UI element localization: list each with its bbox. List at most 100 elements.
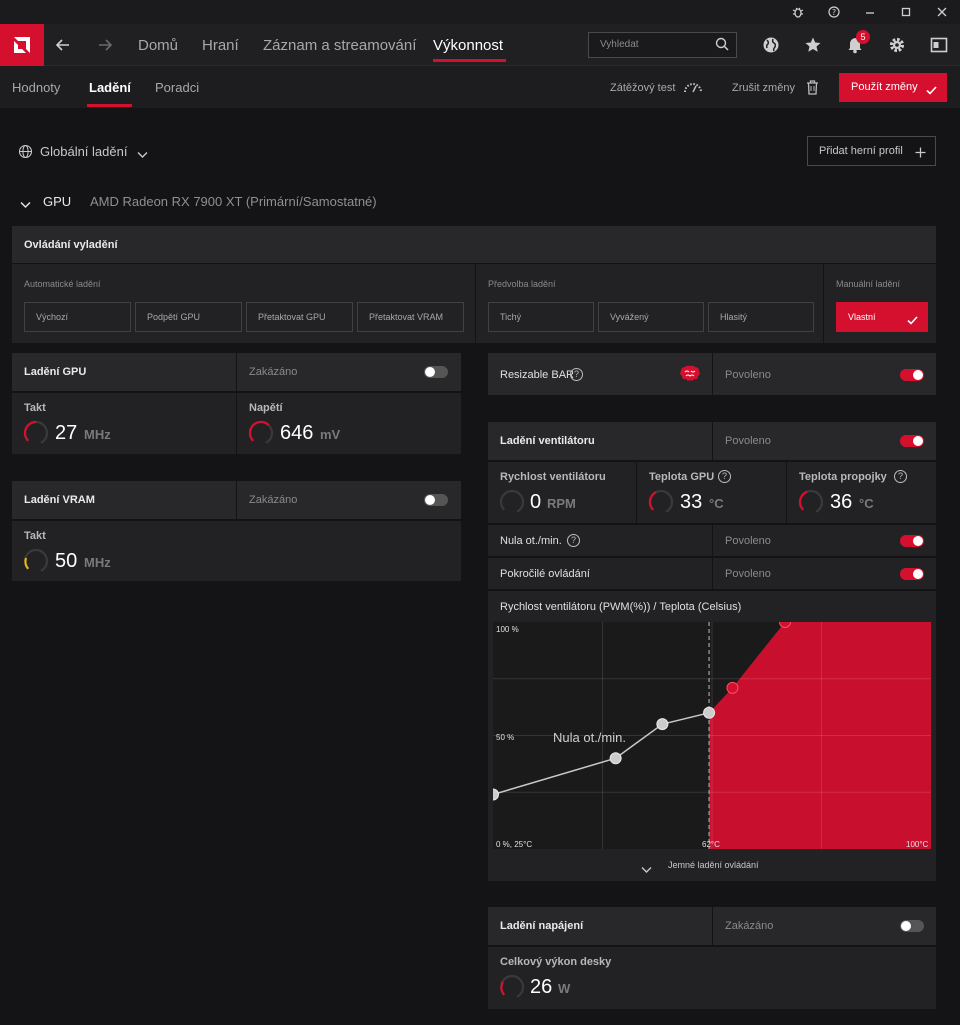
undo-changes-button[interactable]: Zrušit změny — [732, 66, 795, 108]
gpu-voltage-value: 646 — [280, 422, 314, 444]
stress-gauge-icon[interactable] — [683, 80, 703, 99]
zero-rpm-zone-label: Nula ot./min. — [553, 730, 626, 745]
preset-tuning-label: Předvolba ladění — [488, 279, 556, 289]
subtab-metrics[interactable]: Hodnoty — [12, 66, 60, 108]
board-power-gauge — [499, 974, 525, 1000]
tab-gaming[interactable]: Hraní — [202, 24, 239, 66]
fan-curve-point[interactable] — [656, 718, 669, 731]
stress-test-button[interactable]: Zátěžový test — [610, 66, 675, 108]
gpu-tuning-toggle[interactable] — [424, 366, 448, 378]
sidebar-panel-icon[interactable] — [924, 30, 954, 60]
gpu-temp-unit: °C — [709, 496, 724, 511]
zero-rpm-state: Povoleno — [725, 535, 771, 547]
gpu-voltage-label: Napětí — [249, 402, 283, 414]
subtab-tuning[interactable]: Ladění — [89, 66, 131, 108]
fan-tuning-toggle[interactable] — [900, 435, 924, 447]
chevron-down-icon[interactable] — [641, 861, 652, 879]
amd-logo[interactable] — [0, 24, 44, 66]
auto-tuning-label: Automatické ladění — [24, 279, 101, 289]
y-tick-label: 100 % — [496, 625, 519, 634]
balanced-preset-button[interactable]: Vyvážený — [598, 302, 704, 332]
divider — [488, 460, 936, 462]
fan-speed-gauge — [499, 489, 525, 515]
add-game-profile-label: Přidat herní profil — [819, 145, 903, 157]
chevron-down-icon[interactable] — [137, 146, 148, 164]
search-icon[interactable] — [715, 37, 731, 53]
forward-arrow-icon[interactable] — [87, 24, 123, 66]
plus-icon — [915, 145, 926, 163]
board-power-label: Celkový výkon desky — [500, 956, 612, 968]
divider — [488, 945, 936, 947]
fine-tuning-toggle[interactable]: Jemné ladění ovládání — [668, 860, 759, 870]
power-tuning-toggle[interactable] — [900, 920, 924, 932]
fan-speed-value: 0 — [530, 491, 542, 513]
vram-clock-gauge — [23, 548, 49, 574]
globe-icon[interactable] — [756, 30, 786, 60]
active-tab-indicator — [433, 59, 506, 62]
tab-record-stream[interactable]: Záznam a streamování — [263, 24, 416, 66]
gpu-temp-gauge — [648, 489, 674, 515]
divider — [236, 353, 237, 454]
back-arrow-icon[interactable] — [45, 24, 81, 66]
advanced-control-state: Povoleno — [725, 568, 771, 580]
maximize-icon[interactable] — [888, 0, 924, 24]
gpu-name: AMD Radeon RX 7900 XT (Primární/Samostat… — [90, 194, 377, 209]
x-tick-label: 100°C — [906, 840, 929, 849]
fan-curve-point[interactable] — [609, 752, 622, 765]
rage-preset-button[interactable]: Hlasitý — [708, 302, 814, 332]
apply-changes-label: Použít změny — [851, 81, 918, 93]
settings-gear-icon[interactable] — [882, 30, 912, 60]
trash-icon[interactable] — [806, 80, 819, 100]
advanced-control-toggle[interactable] — [900, 568, 924, 580]
vram-tuning-toggle[interactable] — [424, 494, 448, 506]
help-icon[interactable]: ? — [567, 534, 580, 547]
fan-curve-point[interactable] — [487, 788, 499, 801]
quiet-preset-button[interactable]: Tichý — [488, 302, 594, 332]
vram-clock-label: Takt — [24, 530, 46, 542]
overclock-vram-button[interactable]: Přetaktovat VRAM — [357, 302, 464, 332]
divider — [712, 422, 713, 460]
fan-curve-point[interactable] — [703, 706, 716, 719]
divider — [786, 462, 787, 524]
notification-badge: 5 — [856, 30, 870, 44]
checkmark-icon — [926, 82, 937, 100]
fan-speed-label: Rychlost ventilátoru — [500, 471, 606, 483]
divider — [12, 391, 461, 393]
star-icon[interactable] — [798, 30, 828, 60]
help-icon[interactable]: ? — [816, 0, 852, 24]
fan-curve-point[interactable] — [726, 681, 739, 694]
gpu-tuning-title: Ladění GPU — [24, 366, 87, 378]
fan-curve-title: Rychlost ventilátoru (PWM(%)) / Teplota … — [500, 601, 742, 613]
close-icon[interactable] — [924, 0, 960, 24]
overclock-gpu-button[interactable]: Přetaktovat GPU — [246, 302, 353, 332]
zero-rpm-label: Nula ot./min. — [500, 535, 562, 547]
gpu-clock-gauge — [23, 420, 49, 446]
gpu-temp-label: Teplota GPU — [649, 471, 715, 483]
bug-icon[interactable] — [780, 0, 816, 24]
minimize-icon[interactable] — [852, 0, 888, 24]
help-icon[interactable]: ? — [570, 368, 583, 381]
divider — [475, 264, 476, 343]
subtab-advisors[interactable]: Poradci — [155, 66, 199, 108]
gpu-clock-value: 27 — [55, 422, 78, 444]
fan-speed-unit: RPM — [547, 496, 576, 511]
vram-tuning-title: Ladění VRAM — [24, 494, 95, 506]
gpu-clock-unit: MHz — [84, 427, 111, 442]
divider — [12, 263, 936, 264]
divider — [236, 481, 237, 519]
resizable-bar-toggle[interactable] — [900, 369, 924, 381]
vram-clock-unit: MHz — [84, 555, 111, 570]
help-icon[interactable]: ? — [894, 470, 907, 483]
undervolt-gpu-button[interactable]: Podpětí GPU — [135, 302, 242, 332]
profile-scope-dropdown[interactable]: Globální ladění — [40, 144, 127, 159]
divider — [712, 353, 713, 395]
collapse-chevron-icon[interactable] — [20, 196, 31, 214]
tab-home[interactable]: Domů — [138, 24, 178, 66]
help-icon[interactable]: ? — [718, 470, 731, 483]
default-tuning-button[interactable]: Výchozí — [24, 302, 131, 332]
vram-clock-value: 50 — [55, 550, 78, 572]
fan-tuning-state: Povoleno — [725, 435, 771, 447]
gpu-voltage-unit: mV — [320, 427, 341, 442]
zero-rpm-toggle[interactable] — [900, 535, 924, 547]
divider — [636, 462, 637, 524]
